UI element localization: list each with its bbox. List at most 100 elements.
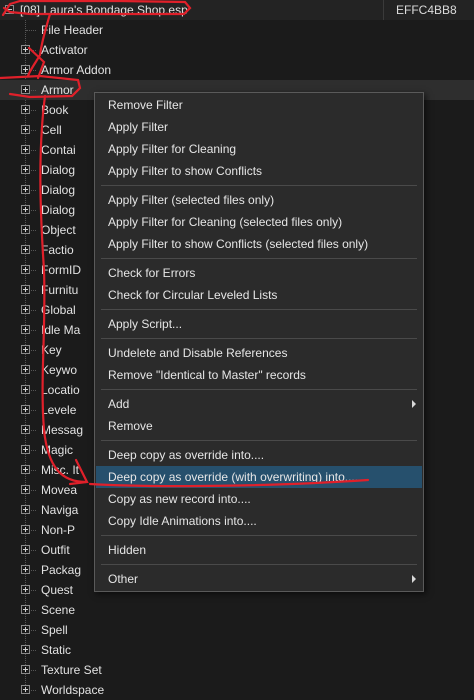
expand-icon[interactable] — [21, 445, 30, 454]
expand-icon[interactable] — [21, 45, 30, 54]
tree-item-label: Key — [41, 343, 62, 357]
menu-separator — [101, 564, 417, 565]
expand-icon[interactable] — [21, 565, 30, 574]
menu-separator — [101, 258, 417, 259]
expand-icon[interactable] — [21, 105, 30, 114]
expand-icon[interactable] — [21, 545, 30, 554]
tree-item-label: Quest — [41, 583, 74, 597]
context-menu: Remove Filter Apply Filter Apply Filter fo… — [94, 92, 424, 592]
expand-icon[interactable] — [21, 205, 30, 214]
menu-item[interactable]: Undelete and Disable References — [96, 342, 422, 364]
menu-item-label: Deep copy as override (with overwriting)… — [108, 470, 359, 484]
expand-icon[interactable] — [21, 145, 30, 154]
expand-icon[interactable] — [21, 265, 30, 274]
menu-item-label: Other — [108, 572, 139, 586]
expand-icon[interactable] — [21, 685, 30, 694]
menu-item-label: Apply Filter — [108, 120, 169, 134]
tree-item-label: Idle Ma — [41, 323, 81, 337]
menu-item-label: Remove Filter — [108, 98, 183, 112]
expand-icon[interactable] — [21, 185, 30, 194]
expand-icon[interactable] — [21, 425, 30, 434]
expand-icon[interactable] — [21, 405, 30, 414]
tree-item-label: Scene — [41, 603, 76, 617]
menu-item[interactable]: Remove Filter — [96, 94, 422, 116]
expand-icon[interactable] — [21, 585, 30, 594]
expand-icon[interactable] — [21, 305, 30, 314]
tree-item-label: Cell — [41, 123, 62, 137]
expand-icon[interactable] — [21, 625, 30, 634]
expand-icon[interactable] — [21, 665, 30, 674]
menu-item-label: Copy as new record into.... — [108, 492, 251, 506]
menu-item[interactable]: Check for Errors — [96, 262, 422, 284]
menu-item[interactable]: Copy Idle Animations into.... — [96, 510, 422, 532]
tree-item-label: Contai — [41, 143, 76, 157]
menu-item[interactable]: Apply Filter to show Conflicts (selected… — [96, 233, 422, 255]
tree-item-row[interactable]: Worldspace — [0, 680, 474, 700]
expand-icon[interactable] — [21, 285, 30, 294]
menu-item-label: Check for Circular Leveled Lists — [108, 288, 278, 302]
menu-separator — [101, 535, 417, 536]
tree-item-label: Packag — [41, 563, 82, 577]
expand-icon[interactable] — [21, 525, 30, 534]
expand-icon[interactable] — [21, 465, 30, 474]
collapse-icon[interactable] — [5, 5, 14, 14]
tree-item-label: Object — [41, 223, 76, 237]
expand-icon[interactable] — [21, 65, 30, 74]
tree-item-row[interactable]: Spell — [0, 620, 474, 640]
menu-item[interactable]: Apply Script... — [96, 313, 422, 335]
menu-item[interactable]: Remove "Identical to Master" records — [96, 364, 422, 386]
menu-item[interactable]: Apply Filter for Cleaning (selected file… — [96, 211, 422, 233]
plugin-form-id: EFFC4BB8 — [396, 3, 457, 17]
tree-item-label: Spell — [41, 623, 68, 637]
menu-item-label: Apply Filter (selected files only) — [108, 193, 275, 207]
expand-icon[interactable] — [21, 385, 30, 394]
expand-icon[interactable] — [21, 365, 30, 374]
menu-item[interactable]: Deep copy as override into.... — [96, 444, 422, 466]
tree-item-label: Locatio — [41, 383, 80, 397]
tree-item-label: Factio — [41, 243, 74, 257]
tree-item-row[interactable]: Activator — [0, 40, 474, 60]
plugin-name: [08] Laura's Bondage Shop.esp — [20, 3, 188, 17]
tree-root-row[interactable]: [08] Laura's Bondage Shop.esp EFFC4BB8 — [0, 0, 474, 20]
tree-item-label: Armor Addon — [41, 63, 112, 77]
tree-item-label: Non-P — [41, 523, 76, 537]
tree-item-row[interactable]: File Header — [0, 20, 474, 40]
expand-icon[interactable] — [21, 505, 30, 514]
menu-item[interactable]: Hidden — [96, 539, 422, 561]
expand-icon[interactable] — [21, 605, 30, 614]
menu-item-label: Apply Script... — [108, 317, 183, 331]
tree-item-row[interactable]: Texture Set — [0, 660, 474, 680]
tree-item-label: FormID — [41, 263, 81, 277]
expand-icon[interactable] — [21, 485, 30, 494]
menu-item[interactable]: Apply Filter — [96, 116, 422, 138]
menu-item[interactable]: Apply Filter to show Conflicts — [96, 160, 422, 182]
tree-item-label: Dialog — [41, 183, 76, 197]
menu-item[interactable]: Check for Circular Leveled Lists — [96, 284, 422, 306]
menu-item[interactable]: Other — [96, 568, 422, 590]
menu-item[interactable]: Apply Filter for Cleaning — [96, 138, 422, 160]
menu-item-label: Check for Errors — [108, 266, 196, 280]
tree-item-row[interactable]: Scene — [0, 600, 474, 620]
expand-icon[interactable] — [21, 245, 30, 254]
expand-icon[interactable] — [21, 645, 30, 654]
expand-icon[interactable] — [21, 125, 30, 134]
expand-icon[interactable] — [21, 165, 30, 174]
menu-item[interactable]: Apply Filter (selected files only) — [96, 189, 422, 211]
tree-item-label: Messag — [41, 423, 84, 437]
expand-icon[interactable] — [21, 325, 30, 334]
tree-item-row[interactable]: Static — [0, 640, 474, 660]
menu-item-label: Remove — [108, 419, 153, 433]
menu-item[interactable]: Deep copy as override (with overwriting)… — [96, 466, 422, 488]
menu-item-label: Copy Idle Animations into.... — [108, 514, 257, 528]
menu-item[interactable]: Copy as new record into.... — [96, 488, 422, 510]
menu-item[interactable]: Add — [96, 393, 422, 415]
expand-icon[interactable] — [21, 85, 30, 94]
tree-item-label: Static — [41, 643, 72, 657]
expand-icon[interactable] — [21, 225, 30, 234]
menu-item[interactable]: Remove — [96, 415, 422, 437]
tree-item-label: Keywo — [41, 363, 78, 377]
tree-item-label: Levele — [41, 403, 77, 417]
expand-icon[interactable] — [21, 345, 30, 354]
tree-item-label: Worldspace — [41, 683, 105, 697]
tree-item-row[interactable]: Armor Addon — [0, 60, 474, 80]
